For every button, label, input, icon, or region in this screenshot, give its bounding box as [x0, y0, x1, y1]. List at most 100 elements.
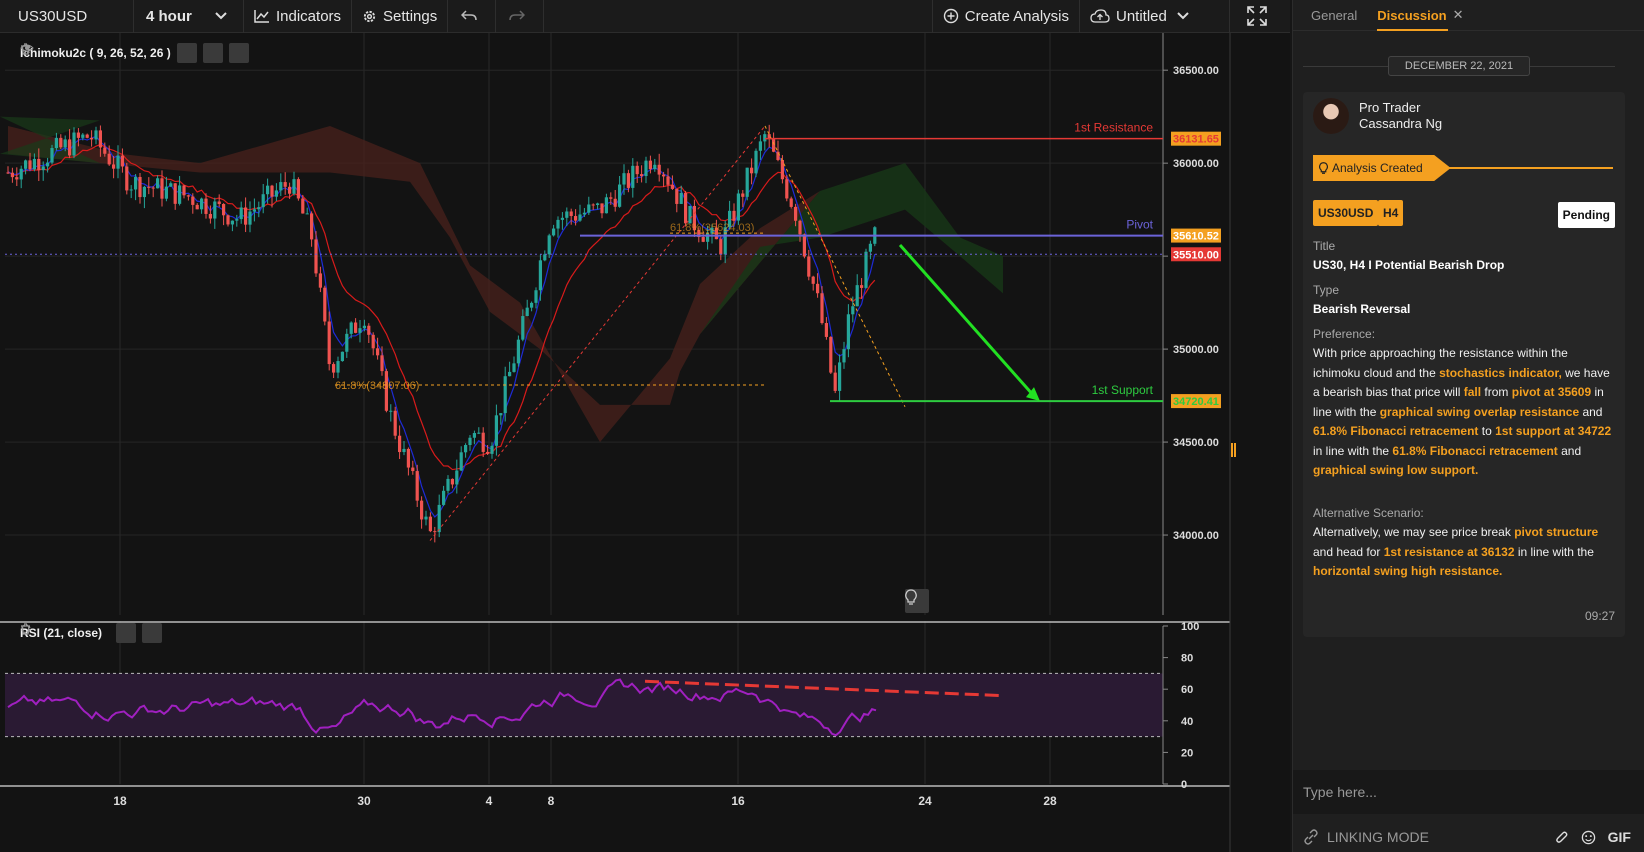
candle-body	[574, 216, 578, 221]
level-name-label: 1st Resistance	[1074, 121, 1153, 135]
candle-body	[406, 448, 410, 468]
candle-body	[107, 153, 111, 165]
candle-body	[468, 437, 472, 445]
fib-label: 61.8%(34807.06)	[335, 380, 419, 392]
chart-area[interactable]: 18304816242836500.0036000.0035500.003500…	[0, 33, 1290, 852]
candle-body	[437, 504, 441, 533]
fullscreen-button[interactable]	[1230, 0, 1290, 33]
cloud-upload-icon	[1090, 9, 1110, 23]
redo-icon	[509, 10, 525, 21]
alternative-segment: and head for	[1313, 544, 1384, 559]
status-badge: Analysis Created	[1313, 155, 1451, 181]
candle-body	[763, 134, 767, 142]
attachment-icon[interactable]	[1555, 830, 1569, 844]
candle-body	[81, 134, 85, 138]
candle-body	[59, 137, 63, 148]
price-tag-label: 36131.65	[1173, 134, 1219, 146]
candle-body	[191, 196, 195, 205]
price-tick-label: 34500.00	[1173, 437, 1219, 449]
candle-body	[169, 183, 173, 187]
alternative-segment: pivot structure	[1514, 525, 1599, 539]
candle-body	[72, 132, 76, 156]
candle-body	[310, 213, 314, 240]
message-input[interactable]	[1293, 770, 1644, 814]
timeframe-tag: H4	[1378, 200, 1404, 226]
candle-body	[631, 165, 635, 188]
tab-discussion[interactable]: Discussion ✕	[1377, 0, 1464, 31]
interval-selector[interactable]: 4 hour	[134, 0, 244, 33]
interval-label: 4 hour	[146, 7, 192, 25]
redo-button[interactable]	[496, 0, 545, 33]
gif-button[interactable]: GIF	[1608, 829, 1631, 845]
ichimoku-legend: Ichimoku2c ( 9, 26, 52, 26 )	[20, 43, 249, 63]
candle-body	[217, 201, 221, 205]
message-time: 09:27	[1584, 609, 1615, 623]
date-divider: DECEMBER 22, 2021	[1303, 56, 1615, 76]
indicator-delete-button[interactable]	[21, 43, 249, 63]
candle-body	[640, 174, 644, 177]
linking-mode-toggle[interactable]: LINKING MODE	[1327, 829, 1429, 845]
preference-field: Preference: With price approaching the r…	[1313, 325, 1613, 481]
candle-body	[15, 177, 19, 180]
candle-body	[85, 134, 89, 138]
candle-body	[842, 349, 846, 363]
visibility-button[interactable]	[20, 43, 197, 63]
candle-body	[472, 433, 476, 438]
candle-body	[134, 176, 138, 190]
candle-body	[794, 206, 798, 221]
candle-body	[494, 415, 498, 446]
undo-button[interactable]	[448, 0, 497, 33]
candle-body	[270, 185, 274, 197]
rsi-tick-label: 100	[1181, 621, 1199, 633]
candle-body	[63, 139, 67, 148]
title-field: Title US30, H4 I Potential Bearish Drop	[1313, 237, 1613, 275]
candle-body	[164, 186, 168, 199]
rsi-legend: RSI (21, close)	[20, 623, 163, 643]
layout-selector[interactable]: Untitled	[1080, 0, 1230, 33]
candle-body	[54, 137, 58, 149]
candle-body	[802, 234, 806, 257]
close-icon[interactable]: ✕	[1453, 7, 1464, 23]
candle-body	[626, 173, 630, 188]
layout-name: Untitled	[1116, 7, 1167, 25]
candle-body	[411, 467, 415, 472]
candle-body	[855, 285, 859, 307]
indicator-settings-button[interactable]	[21, 43, 223, 63]
type-field: Type Bearish Reversal	[1313, 281, 1613, 319]
settings-button[interactable]: Settings	[352, 0, 449, 33]
candle-body	[340, 351, 344, 362]
candle-body	[283, 182, 287, 187]
candle-body	[125, 166, 129, 191]
candle-body	[446, 478, 450, 491]
alternative-segment: 1st resistance at 36132	[1383, 544, 1515, 559]
candle-body	[530, 302, 534, 308]
candle-body	[596, 203, 600, 205]
candle-body	[332, 364, 336, 373]
rsi-settings-button[interactable]	[21, 623, 137, 643]
candle-body	[776, 151, 780, 161]
candle-body	[868, 243, 872, 252]
create-analysis-button[interactable]: Create Analysis	[933, 0, 1080, 33]
idea-button[interactable]	[905, 589, 929, 613]
candle-body	[644, 160, 648, 177]
candle-body	[24, 160, 28, 169]
price-tick-label: 35000.00	[1173, 344, 1219, 356]
indicators-button[interactable]: Indicators	[244, 0, 353, 33]
price-chart[interactable]: 18304816242836500.0036000.0035500.003500…	[0, 33, 1290, 852]
candle-body	[618, 184, 622, 207]
tab-general[interactable]: General	[1311, 8, 1357, 23]
symbol-selector[interactable]: US30USD	[0, 0, 134, 33]
candle-body	[499, 413, 503, 416]
alternative-segment: Alternatively, we may see price break	[1313, 525, 1515, 539]
rsi-delete-button[interactable]	[21, 623, 163, 643]
candle-body	[244, 207, 248, 225]
emoji-icon[interactable]	[1581, 830, 1596, 845]
candle-body	[688, 205, 692, 224]
price-tag-label: 34720.41	[1173, 396, 1219, 408]
candle-body	[754, 150, 758, 174]
candle-body	[160, 178, 164, 199]
trash-icon	[21, 43, 30, 55]
candle-body	[433, 531, 437, 533]
candle-body	[195, 204, 199, 210]
candle-body	[635, 165, 639, 175]
